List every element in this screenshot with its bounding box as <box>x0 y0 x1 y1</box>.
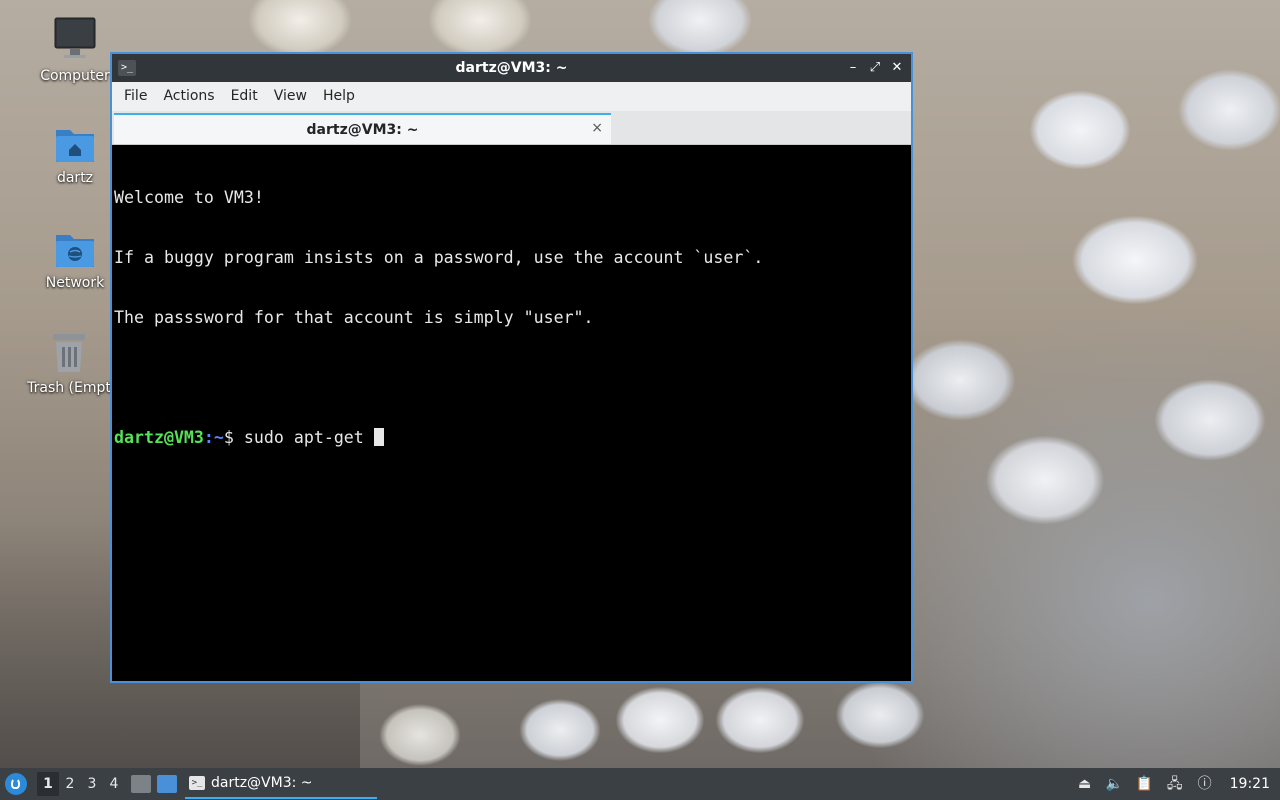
menu-bar: File Actions Edit View Help <box>112 82 911 111</box>
prompt-separator: : <box>203 428 214 447</box>
workspace-3[interactable]: 3 <box>81 772 103 796</box>
terminal-window[interactable]: >_ dartz@VM3: ~ – ⤢ ✕ File Actions Edit … <box>110 52 913 683</box>
terminal-app-icon[interactable]: >_ <box>118 60 136 76</box>
network-folder-icon <box>56 235 94 267</box>
terminal-prompt-line[interactable]: dartz@VM3:~$ sudo apt-get <box>114 428 909 448</box>
desktop-icon-label: Computer <box>40 68 110 84</box>
clipboard-icon[interactable]: 📋 <box>1136 775 1154 793</box>
workspace-2[interactable]: 2 <box>59 772 81 796</box>
desktop-icon-label: Trash (Empt <box>27 380 111 396</box>
notification-icon[interactable]: ⓘ <box>1196 775 1214 793</box>
terminal-output[interactable]: Welcome to VM3! If a buggy program insis… <box>112 146 911 681</box>
desktop-icon-label: Network <box>45 275 105 291</box>
network-icon[interactable]: 🖧 <box>1166 775 1184 793</box>
terminal-tab[interactable]: dartz@VM3: ~ × <box>114 113 611 144</box>
terminal-line: The passsword for that account is simply… <box>114 308 594 327</box>
desktop-icon-home[interactable]: dartz <box>27 122 123 186</box>
desktop-icon-network[interactable]: Network <box>27 227 123 291</box>
terminal-task-icon: >_ <box>189 776 205 790</box>
tab-bar: dartz@VM3: ~ × <box>112 111 911 145</box>
trash-icon <box>53 334 85 372</box>
menu-actions[interactable]: Actions <box>155 82 222 111</box>
close-button[interactable]: ✕ <box>889 60 905 76</box>
terminal-line: Welcome to VM3! <box>114 188 264 207</box>
eject-icon[interactable]: ⏏ <box>1076 775 1094 793</box>
task-label: dartz@VM3: ~ <box>211 775 313 791</box>
home-folder-icon <box>56 130 94 162</box>
taskbar: 1 2 3 4 >_ dartz@VM3: ~ ⏏ 🔈 📋 🖧 ⓘ 19:21 <box>0 768 1280 800</box>
menu-edit[interactable]: Edit <box>223 82 266 111</box>
workspace-4[interactable]: 4 <box>103 772 125 796</box>
workspace-1[interactable]: 1 <box>37 772 59 796</box>
minimize-button[interactable]: – <box>845 60 861 76</box>
show-desktop-icon[interactable] <box>157 775 177 793</box>
tab-label: dartz@VM3: ~ <box>306 121 419 138</box>
clock[interactable]: 19:21 <box>1230 776 1270 792</box>
desktop-icon-computer[interactable]: Computer <box>27 16 123 84</box>
menu-view[interactable]: View <box>266 82 315 111</box>
menu-file[interactable]: File <box>116 82 155 111</box>
menu-help[interactable]: Help <box>315 82 363 111</box>
tab-close-icon[interactable]: × <box>591 120 603 136</box>
window-titlebar[interactable]: >_ dartz@VM3: ~ – ⤢ ✕ <box>112 54 911 82</box>
prompt-symbol: $ <box>223 428 244 447</box>
command-input[interactable]: sudo apt-get <box>244 428 374 447</box>
desktop-icon-trash[interactable]: Trash (Empt <box>21 330 117 396</box>
file-manager-launcher-icon[interactable] <box>131 775 151 793</box>
volume-icon[interactable]: 🔈 <box>1106 775 1124 793</box>
desktop-icon-label: dartz <box>56 170 94 186</box>
window-controls: – ⤢ ✕ <box>845 60 905 76</box>
maximize-button[interactable]: ⤢ <box>867 60 883 76</box>
system-tray: ⏏ 🔈 📋 🖧 ⓘ 19:21 <box>1076 775 1270 793</box>
monitor-icon <box>54 17 96 58</box>
start-menu-icon[interactable] <box>5 773 27 795</box>
taskbar-window-button[interactable]: >_ dartz@VM3: ~ <box>185 769 377 799</box>
terminal-line: If a buggy program insists on a password… <box>114 248 764 267</box>
prompt-path: ~ <box>213 428 224 447</box>
window-title: dartz@VM3: ~ <box>455 60 568 76</box>
prompt-user: dartz@VM3 <box>114 428 204 447</box>
terminal-cursor <box>373 428 384 446</box>
